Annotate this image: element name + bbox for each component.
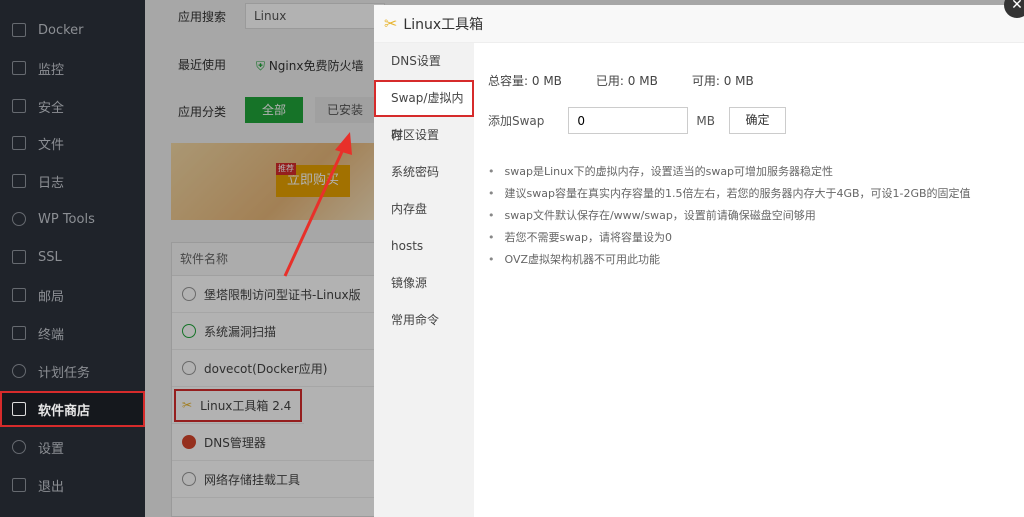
dialog-nav: DNS设置 Swap/虚拟内存 时区设置 系统密码 内存盘 hosts 镜像源 … (374, 43, 474, 517)
confirm-button[interactable]: 确定 (729, 107, 786, 134)
docker-icon (12, 23, 26, 37)
total-stat: 总容量: 0 MB (488, 74, 562, 88)
tip-item: OVZ虚拟架构机器不可用此功能 (488, 248, 971, 270)
sidebar-item-label: 计划任务 (38, 365, 91, 381)
sidebar-item-cron[interactable]: 计划任务 (0, 353, 145, 389)
sidebar-item-mail[interactable]: 邮局 (0, 277, 145, 313)
tip-item: swap文件默认保存在/www/swap，设置前请确保磁盘空间够用 (488, 204, 971, 226)
sidebar-item-label: Docker (38, 22, 84, 38)
add-swap-row: 添加Swap MB 确定 (488, 107, 786, 134)
swap-size-input[interactable] (568, 107, 689, 134)
clock-icon (12, 364, 26, 378)
terminal-icon (12, 326, 26, 340)
nav-swap[interactable]: Swap/虚拟内存 (374, 80, 474, 142)
available-stat: 可用: 0 MB (691, 74, 754, 88)
mail-icon (12, 288, 26, 302)
sidebar-item-logout[interactable]: 退出 (0, 467, 145, 503)
sidebar-item-files[interactable]: 文件 (0, 125, 145, 161)
unit-label: MB (696, 113, 715, 128)
tip-item: 建议swap容量在真实内存容量的1.5倍左右，若您的服务器内存大于4GB，可设1… (488, 182, 971, 204)
sidebar-item-label: SSL (38, 249, 62, 265)
monitor-icon (12, 61, 26, 75)
sidebar-item-ssl[interactable]: SSL (0, 239, 145, 275)
sidebar-item-docker[interactable]: Docker (0, 12, 145, 48)
ssl-icon (12, 250, 26, 264)
sidebar-item-terminal[interactable]: 终端 (0, 315, 145, 351)
logout-icon (12, 478, 26, 492)
sidebar-item-monitor[interactable]: 监控 (0, 50, 145, 86)
dialog-header: ✂ Linux工具箱 (374, 5, 1024, 43)
sidebar: Docker 监控 安全 文件 日志 WP Tools SSL 邮局 终端 计划… (0, 0, 145, 517)
nav-hosts[interactable]: hosts (374, 228, 474, 265)
nav-mirror[interactable]: 镜像源 (374, 265, 474, 302)
sidebar-item-logs[interactable]: 日志 (0, 163, 145, 199)
linux-toolbox-dialog: ✂ Linux工具箱 DNS设置 Swap/虚拟内存 时区设置 系统密码 内存盘 … (374, 5, 1024, 517)
tools-icon: ✂ (384, 14, 398, 33)
gear-icon (12, 440, 26, 454)
grid-icon (12, 402, 26, 416)
sidebar-item-label: 设置 (38, 441, 65, 457)
folder-icon (12, 136, 26, 150)
swap-panel: 总容量: 0 MB 已用: 0 MB 可用: 0 MB 添加Swap MB 确定… (474, 43, 1024, 517)
log-icon (12, 174, 26, 188)
wordpress-icon (12, 212, 26, 226)
sidebar-item-label: 软件商店 (38, 403, 91, 419)
sidebar-item-label: WP Tools (38, 211, 95, 227)
nav-dns[interactable]: DNS设置 (374, 43, 474, 80)
nav-commands[interactable]: 常用命令 (374, 302, 474, 339)
tips-list: swap是Linux下的虚拟内存，设置适当的swap可增加服务器稳定性 建议sw… (488, 160, 971, 270)
add-swap-label: 添加Swap (488, 114, 545, 128)
nav-ramdisk[interactable]: 内存盘 (374, 191, 474, 228)
sidebar-item-wp-tools[interactable]: WP Tools (0, 201, 145, 237)
sidebar-item-label: 文件 (38, 137, 65, 153)
sidebar-item-label: 日志 (38, 175, 65, 191)
swap-stats: 总容量: 0 MB 已用: 0 MB 可用: 0 MB (488, 72, 754, 89)
sidebar-item-label: 终端 (38, 327, 65, 343)
used-stat: 已用: 0 MB (595, 74, 658, 88)
sidebar-item-label: 监控 (38, 62, 65, 78)
sidebar-item-label: 邮局 (38, 289, 65, 305)
nav-password[interactable]: 系统密码 (374, 154, 474, 191)
sidebar-item-security[interactable]: 安全 (0, 88, 145, 124)
tip-item: 若您不需要swap，请将容量设为0 (488, 226, 971, 248)
sidebar-item-label: 安全 (38, 100, 65, 116)
sidebar-item-app-store[interactable]: 软件商店 (0, 391, 145, 427)
dialog-title: Linux工具箱 (403, 16, 484, 33)
shield-icon (12, 99, 26, 113)
sidebar-item-label: 退出 (38, 479, 65, 495)
nav-timezone[interactable]: 时区设置 (374, 117, 474, 154)
sidebar-item-settings[interactable]: 设置 (0, 429, 145, 465)
tip-item: swap是Linux下的虚拟内存，设置适当的swap可增加服务器稳定性 (488, 160, 971, 182)
